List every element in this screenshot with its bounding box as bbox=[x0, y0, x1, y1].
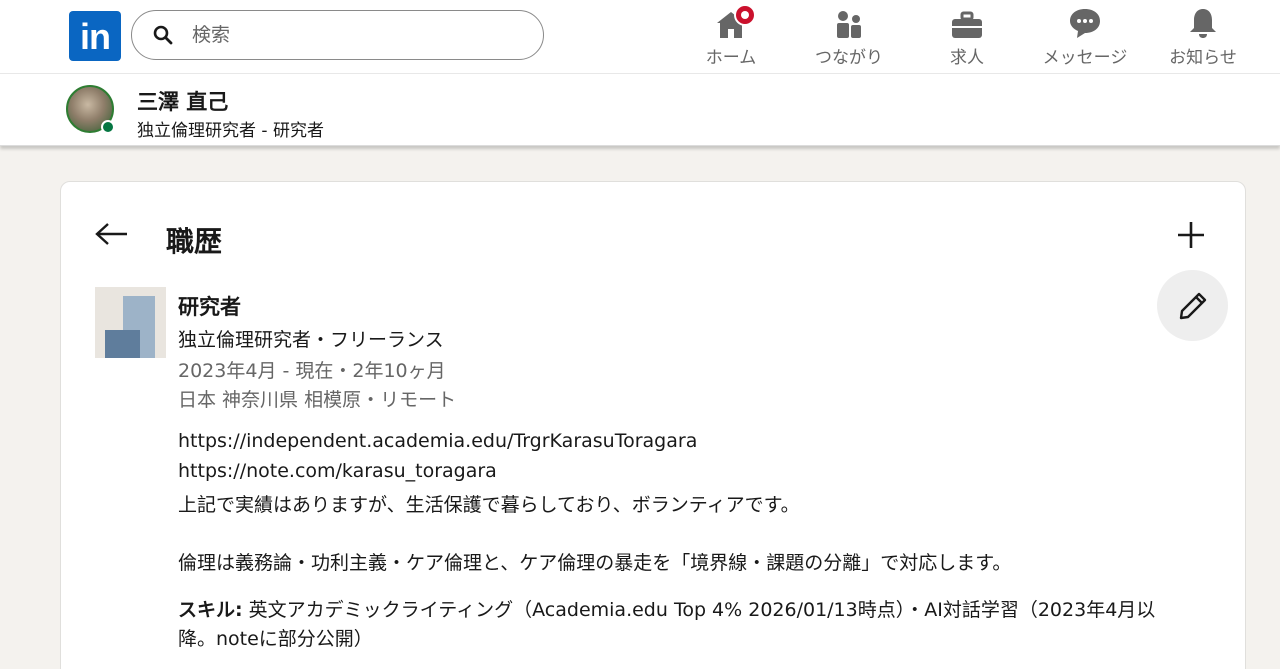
pencil-icon bbox=[1179, 292, 1206, 319]
search-bar[interactable] bbox=[131, 10, 544, 60]
nav-label-jobs: 求人 bbox=[950, 48, 984, 68]
job-title: 研究者 bbox=[178, 295, 241, 319]
messaging-icon bbox=[1068, 6, 1102, 39]
search-input[interactable] bbox=[192, 24, 512, 46]
skills: スキル: 英文アカデミックライティング（Academia.edu Top 4% … bbox=[178, 596, 1168, 654]
profile-headline: 独立倫理研究者 - 研究者 bbox=[137, 121, 324, 141]
description-line: 倫理は義務論・功利主義・ケア倫理と、ケア倫理の暴走を「境界線・課題の分離」で対応… bbox=[178, 552, 1012, 574]
nav-label-messaging: メッセージ bbox=[1042, 48, 1128, 68]
edit-experience-button[interactable] bbox=[1157, 270, 1228, 341]
job-company: 独立倫理研究者・フリーランス bbox=[178, 329, 444, 351]
nav-item-home[interactable]: ホーム bbox=[676, 4, 786, 68]
search-icon bbox=[152, 24, 174, 46]
add-experience-button[interactable] bbox=[1172, 216, 1210, 254]
job-dates: 2023年4月 - 現在・2年10ヶ月 bbox=[178, 360, 446, 382]
skills-text: 英文アカデミックライティング（Academia.edu Top 4% 2026/… bbox=[178, 599, 1156, 650]
description-link-note[interactable]: https://note.com/karasu_toragara bbox=[178, 460, 497, 482]
notification-badge bbox=[734, 4, 756, 26]
nav-item-messaging[interactable]: メッセージ bbox=[1030, 6, 1140, 68]
nav-label-notifications: お知らせ bbox=[1169, 48, 1237, 68]
profile-bar: 三澤 直己 独立倫理研究者 - 研究者 bbox=[0, 74, 1280, 146]
description-line: 上記で実績はありますが、生活保護で暮らしており、ボランティアです。 bbox=[178, 494, 800, 516]
network-icon bbox=[832, 6, 866, 39]
arrow-left-icon bbox=[95, 223, 127, 245]
home-icon bbox=[714, 4, 756, 39]
nav-label-home: ホーム bbox=[705, 48, 757, 68]
nav-item-notifications[interactable]: お知らせ bbox=[1148, 6, 1258, 68]
linkedin-logo[interactable]: in bbox=[69, 11, 121, 61]
section-title: 職歴 bbox=[166, 225, 223, 258]
profile-name: 三澤 直己 bbox=[137, 90, 229, 114]
online-status-indicator bbox=[101, 120, 115, 134]
job-location: 日本 神奈川県 相模原・リモート bbox=[178, 389, 457, 411]
company-logo[interactable] bbox=[95, 287, 166, 358]
plus-icon bbox=[1178, 222, 1204, 248]
nav-item-network[interactable]: つながり bbox=[794, 6, 904, 68]
back-button[interactable] bbox=[93, 218, 129, 250]
briefcase-icon bbox=[950, 6, 984, 39]
top-nav: in ホーム つながり 求人 メッセージ お知らせ bbox=[0, 0, 1280, 74]
bell-icon bbox=[1186, 6, 1220, 39]
description-link-academia[interactable]: https://independent.academia.edu/TrgrKar… bbox=[178, 430, 697, 452]
skills-label: スキル: bbox=[178, 599, 243, 621]
nav-item-jobs[interactable]: 求人 bbox=[912, 6, 1022, 68]
nav-label-network: つながり bbox=[815, 48, 883, 68]
